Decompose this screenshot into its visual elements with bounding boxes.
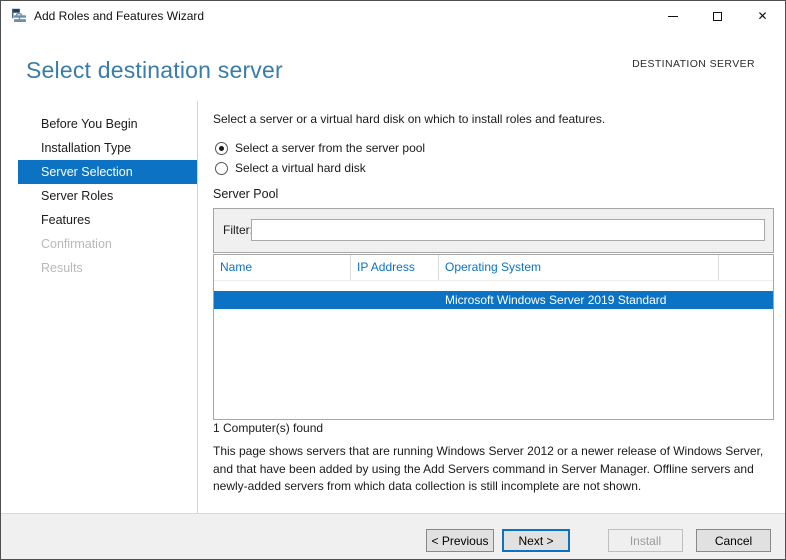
sidebar-item-before-you-begin[interactable]: Before You Begin [18, 112, 198, 136]
title-bar: Add Roles and Features Wizard ✕ [1, 1, 785, 31]
window-controls: ✕ [650, 1, 785, 31]
server-pool-title: Server Pool [213, 187, 278, 201]
radio-option-server-pool[interactable]: Select a server from the server pool [215, 141, 425, 155]
window-title: Add Roles and Features Wizard [34, 1, 204, 31]
page-description: This page shows servers that are running… [213, 443, 779, 496]
filter-input[interactable] [251, 219, 765, 241]
next-button[interactable]: Next > [502, 529, 570, 552]
sidebar-item-confirmation: Confirmation [18, 232, 198, 256]
previous-button[interactable]: < Previous [426, 529, 494, 552]
column-header-spacer [719, 255, 773, 280]
sidebar-item-results: Results [18, 256, 198, 280]
column-header-name[interactable]: Name [214, 255, 351, 280]
sidebar-item-features[interactable]: Features [18, 208, 198, 232]
radio-button-server-pool[interactable] [215, 142, 228, 155]
sidebar-item-installation-type[interactable]: Installation Type [18, 136, 198, 160]
close-icon: ✕ [757, 10, 767, 22]
table-header-row: Name IP Address Operating System [214, 255, 773, 281]
minimize-icon [668, 16, 678, 17]
server-row-selected[interactable]: Microsoft Windows Server 2019 Standard [214, 291, 773, 309]
column-header-ip-address[interactable]: IP Address [351, 255, 439, 280]
install-button: Install [608, 529, 683, 552]
wizard-window: Add Roles and Features Wizard ✕ Select d… [0, 0, 786, 560]
column-header-operating-system[interactable]: Operating System [439, 255, 719, 280]
sidebar-item-server-selection[interactable]: Server Selection [18, 160, 198, 184]
radio-button-virtual-hard-disk[interactable] [215, 162, 228, 175]
page-title: Select destination server [26, 57, 283, 84]
destination-server-label: DESTINATION SERVER [632, 58, 755, 70]
sidebar-divider [197, 101, 198, 515]
filter-panel: Filter: [213, 208, 774, 253]
radio-option-virtual-hard-disk[interactable]: Select a virtual hard disk [215, 161, 366, 175]
radio-label-server-pool: Select a server from the server pool [235, 141, 425, 155]
computers-found-text: 1 Computer(s) found [213, 421, 323, 435]
server-manager-icon [11, 8, 27, 24]
maximize-icon [713, 12, 722, 21]
cancel-button[interactable]: Cancel [696, 529, 771, 552]
filter-label: Filter: [223, 223, 253, 237]
server-cell-operating-system: Microsoft Windows Server 2019 Standard [445, 291, 666, 309]
sidebar-item-server-roles[interactable]: Server Roles [18, 184, 198, 208]
wizard-steps-nav: Before You Begin Installation Type Serve… [1, 112, 197, 280]
server-pool-table: Name IP Address Operating System Microso… [213, 254, 774, 420]
minimize-button[interactable] [650, 1, 695, 31]
intro-text: Select a server or a virtual hard disk o… [213, 112, 605, 126]
maximize-button[interactable] [695, 1, 740, 31]
radio-label-virtual-hard-disk: Select a virtual hard disk [235, 161, 366, 175]
close-button[interactable]: ✕ [740, 1, 785, 31]
